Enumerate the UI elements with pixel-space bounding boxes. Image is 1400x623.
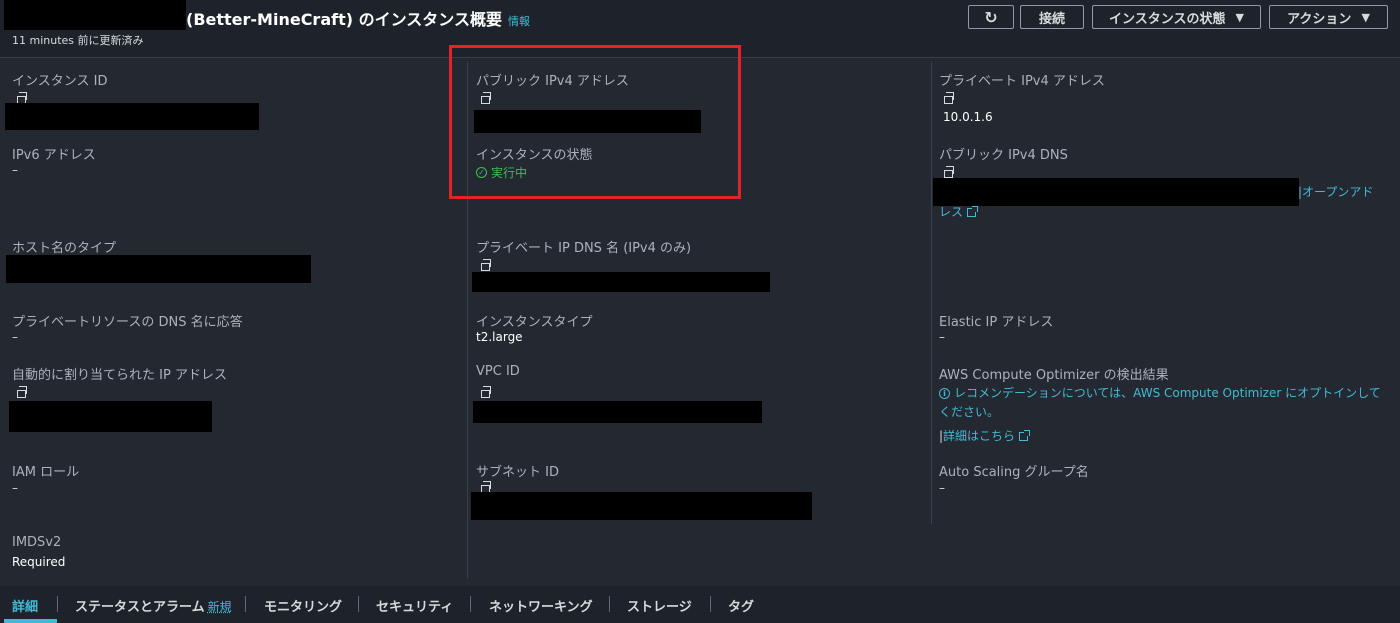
optimizer-message: i レコメンデーションについては、AWS Compute Optimizer にオ… xyxy=(939,384,1384,422)
imdsv2-value: Required xyxy=(12,555,66,569)
tab-separator xyxy=(245,596,246,612)
tab-networking[interactable]: ネットワーキング xyxy=(489,596,593,615)
public-dns-label: パブリック IPv4 DNS xyxy=(939,148,1068,163)
page-title-text: (Better-MineCraft) のインスタンス概要 xyxy=(186,10,502,29)
refresh-icon: ↻ xyxy=(984,7,998,27)
copy-icon[interactable] xyxy=(481,259,491,271)
copy-icon[interactable] xyxy=(944,166,954,178)
private-ipv4-value: 10.0.1.6 xyxy=(943,110,993,124)
redacted-subnet-id xyxy=(471,492,812,520)
private-resource-dns-label: プライベートリソースの DNS 名に応答 xyxy=(12,315,243,330)
active-tab-indicator xyxy=(4,619,57,623)
actions-button-label: アクション xyxy=(1287,11,1352,27)
open-address-link[interactable]: |オープンアド xyxy=(1298,183,1373,200)
caret-down-icon: ▼ xyxy=(1235,10,1244,24)
detail-tabs: 詳細 ステータスとアラーム 新規 モニタリング セキュリティ ネットワーキング ス… xyxy=(0,586,1400,623)
connect-button[interactable]: 接続 xyxy=(1020,5,1084,29)
tab-status-alarms-label: ステータスとアラーム xyxy=(75,600,205,615)
last-updated: 11 minutes 前に更新済み xyxy=(12,34,144,47)
redacted-public-dns xyxy=(933,178,1299,206)
external-link-icon xyxy=(967,206,979,217)
private-ipv4-label: プライベート IPv4 アドレス xyxy=(939,74,1105,89)
caret-down-icon: ▼ xyxy=(1361,10,1370,24)
private-dns-label: プライベート IP DNS 名 (IPv4 のみ) xyxy=(476,241,692,256)
private-resource-dns-value: – xyxy=(12,330,18,344)
tab-security[interactable]: セキュリティ xyxy=(376,596,453,615)
optimizer-label: AWS Compute Optimizer の検出結果 xyxy=(939,368,1169,383)
column-divider xyxy=(931,62,932,524)
refresh-button[interactable]: ↻ xyxy=(968,5,1014,29)
open-address-link-text: レス xyxy=(939,205,964,219)
tab-separator xyxy=(57,596,58,612)
vpc-id-label: VPC ID xyxy=(476,364,520,379)
redacted-vpc-id xyxy=(473,401,762,423)
instance-type-value: t2.large xyxy=(476,330,523,344)
optimizer-opt-in-link[interactable]: AWS Compute Optimizer xyxy=(1133,386,1281,400)
tab-status-alarms[interactable]: ステータスとアラーム 新規 xyxy=(75,596,232,615)
copy-icon[interactable] xyxy=(944,92,954,104)
instance-id-label: インスタンス ID xyxy=(12,74,108,89)
tab-separator xyxy=(358,596,359,612)
new-badge: 新規 xyxy=(207,600,232,614)
instance-state-button[interactable]: インスタンスの状態 ▼ xyxy=(1092,5,1261,29)
ipv6-value: – xyxy=(12,163,18,177)
actions-button[interactable]: アクション ▼ xyxy=(1269,5,1388,29)
instance-type-label: インスタンスタイプ xyxy=(476,315,593,330)
tab-separator xyxy=(710,596,711,612)
redacted-private-dns xyxy=(472,272,770,292)
tab-separator xyxy=(470,596,471,612)
tab-storage[interactable]: ストレージ xyxy=(627,596,692,615)
details-link[interactable]: 詳細はこちら xyxy=(943,429,1015,443)
info-link[interactable]: 情報 xyxy=(508,15,530,28)
optimizer-text-pre: レコメンデーションについては、 xyxy=(954,386,1134,400)
tab-tags[interactable]: タグ xyxy=(728,596,754,615)
auto-scaling-value: – xyxy=(939,481,945,495)
tab-monitoring[interactable]: モニタリング xyxy=(264,596,342,615)
annotation-highlight-box xyxy=(449,45,741,199)
instance-state-button-label: インスタンスの状態 xyxy=(1109,11,1226,27)
ipv6-label: IPv6 アドレス xyxy=(12,148,96,163)
redacted-auto-ip xyxy=(9,401,212,432)
redacted-hostname-type xyxy=(6,255,311,283)
tab-details[interactable]: 詳細 xyxy=(12,596,38,615)
copy-icon[interactable] xyxy=(481,386,491,398)
details-link-row: |詳細はこちら xyxy=(939,427,1031,444)
tab-separator xyxy=(609,596,610,612)
redacted-title-prefix xyxy=(4,0,186,30)
iam-role-label: IAM ロール xyxy=(12,465,80,480)
page-title: (Better-MineCraft) のインスタンス概要 情報 xyxy=(186,6,530,30)
elastic-ip-label: Elastic IP アドレス xyxy=(939,315,1054,330)
auto-scaling-label: Auto Scaling グループ名 xyxy=(939,465,1089,480)
elastic-ip-value: – xyxy=(939,330,945,344)
auto-ip-label: 自動的に割り当てられた IP アドレス xyxy=(12,368,227,383)
hostname-type-label: ホスト名のタイプ xyxy=(12,241,117,256)
subnet-id-label: サブネット ID xyxy=(476,465,559,480)
external-link-icon xyxy=(1019,430,1031,441)
open-address-link-cont[interactable]: レス xyxy=(939,203,979,220)
redacted-instance-id xyxy=(5,103,259,130)
imdsv2-label: IMDSv2 xyxy=(12,535,62,550)
iam-role-value: – xyxy=(12,481,18,495)
copy-icon[interactable] xyxy=(17,386,27,398)
info-icon: i xyxy=(939,388,950,399)
